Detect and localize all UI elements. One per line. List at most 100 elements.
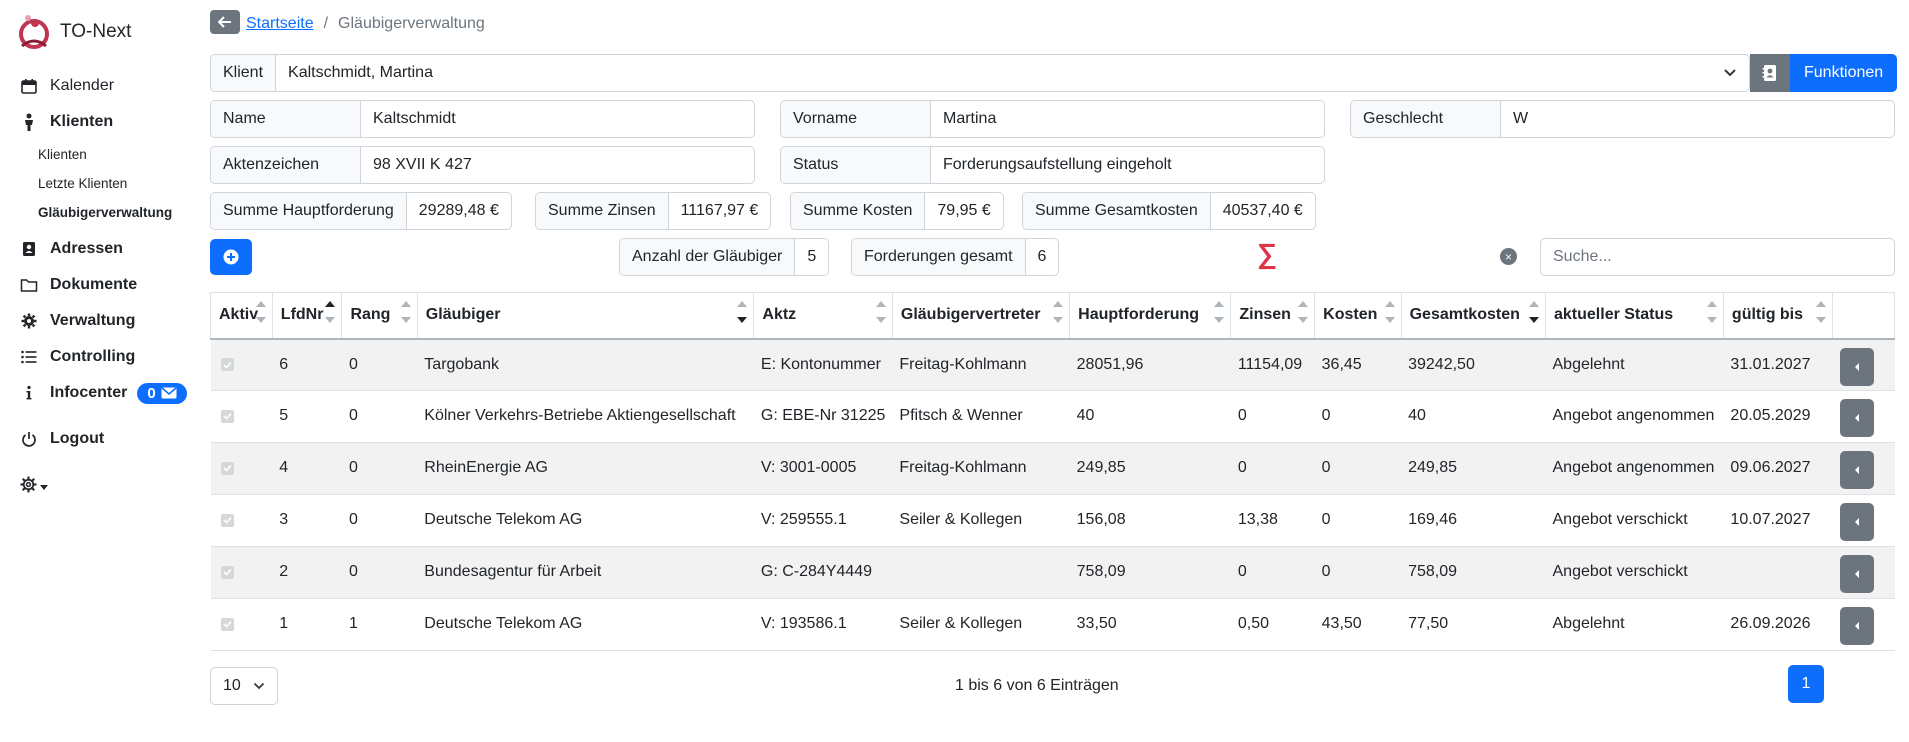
- status-field: Status Forderungsaufstellung eingeholt: [780, 146, 1325, 184]
- functions-button[interactable]: Funktionen: [1750, 54, 1898, 92]
- sidebar-subitem-letzte-klienten[interactable]: Letzte Klienten: [20, 169, 200, 198]
- table-row[interactable]: 3 0 Deutsche Telekom AG V: 259555.1 Seiler &…: [210, 494, 1895, 547]
- table-cell: 0: [341, 442, 418, 495]
- sidebar-item-klienten[interactable]: Klienten: [20, 104, 200, 140]
- address-book-icon: [1750, 54, 1790, 92]
- count-glaeubiger-label: Anzahl der Gläubiger: [620, 239, 796, 275]
- aktenzeichen-value: 98 XVII K 427: [373, 156, 472, 173]
- column-header[interactable]: aktueller Status: [1545, 292, 1724, 340]
- row-expand-button[interactable]: [1839, 607, 1874, 645]
- table-cell: 11154,09: [1230, 338, 1315, 391]
- column-header[interactable]: Gesamtkosten: [1401, 292, 1547, 340]
- table-body: 6 0 Targobank E: Kontonummer Freitag-Kohlman…: [210, 338, 1895, 651]
- table-row[interactable]: 5 0 Kölner Verkehrs-Betriebe Aktiengesells…: [210, 390, 1895, 443]
- table-cell: 249,85: [1401, 442, 1546, 495]
- add-creditor-button[interactable]: [210, 239, 252, 275]
- table-cell: 3: [272, 494, 342, 547]
- column-header[interactable]: Kosten: [1314, 292, 1402, 340]
- sidebar-item-logout[interactable]: Logout: [20, 421, 200, 457]
- row-expand-button[interactable]: [1839, 451, 1874, 489]
- column-header-label: aktueller Status: [1554, 306, 1674, 324]
- row-expand-button[interactable]: [1839, 399, 1874, 437]
- back-button[interactable]: [210, 10, 240, 34]
- column-header[interactable]: Rang: [341, 292, 418, 340]
- column-header[interactable]: LfdNr: [272, 292, 343, 340]
- info-icon: [20, 384, 38, 402]
- table-row[interactable]: 4 0 RheinEnergie AG V: 3001-0005 Freitag-Koh…: [210, 442, 1895, 495]
- page-1-button[interactable]: 1: [1788, 665, 1824, 703]
- sidebar: TO-Next Kalender Klienten Klienten Letzt…: [0, 0, 200, 742]
- app-name: TO-Next: [60, 21, 132, 42]
- table-row[interactable]: 2 0 Bundesagentur für Arbeit G: C-284Y4449 7…: [210, 546, 1895, 599]
- table-cell: V: 259555.1: [753, 494, 893, 547]
- column-header[interactable]: gültig bis: [1723, 292, 1834, 340]
- caret-left-icon: [1854, 362, 1859, 371]
- creditor-table: Aktiv LfdNr Rang Gläubiger Aktz Gläubigervert…: [210, 292, 1895, 651]
- sidebar-item-adressen[interactable]: Adressen: [20, 231, 200, 267]
- functions-label: Funktionen: [1790, 54, 1898, 92]
- table-cell: 0,50: [1230, 598, 1315, 651]
- table-row[interactable]: 1 1 Deutsche Telekom AG V: 193586.1 Seiler &…: [210, 598, 1895, 651]
- sidebar-item-dokumente[interactable]: Dokumente: [20, 267, 200, 303]
- table-cell: Targobank: [417, 338, 754, 391]
- aktiv-cell: [210, 338, 273, 391]
- sidebar-subitem-klienten[interactable]: Klienten: [20, 140, 200, 169]
- sidebar-item-kalender[interactable]: Kalender: [20, 68, 200, 104]
- count-glaeubiger-value: 5: [807, 248, 817, 265]
- column-header[interactable]: Zinsen: [1230, 292, 1316, 340]
- table-cell: 2: [272, 546, 342, 599]
- sort-icon: [875, 301, 886, 323]
- search-input[interactable]: [1540, 238, 1895, 276]
- sidebar-subitem-glaeubigerverwaltung[interactable]: Gläubigerverwaltung: [20, 198, 200, 227]
- checkbox-checked-icon: [220, 409, 234, 423]
- sort-icon: [255, 301, 266, 323]
- sum-zinsen-value: 11167,97 €: [680, 202, 759, 219]
- table-cell: 0: [1230, 442, 1315, 495]
- sum-kosten-label: Summe Kosten: [791, 193, 926, 229]
- row-expand-button[interactable]: [1839, 555, 1874, 593]
- table-cell: 77,50: [1401, 598, 1546, 651]
- table-cell: Deutsche Telekom AG: [417, 598, 754, 651]
- table-cell: Angebot angenommen: [1545, 390, 1724, 443]
- table-header-row: Aktiv LfdNr Rang Gläubiger Aktz Gläubigervert…: [210, 292, 1895, 340]
- breadcrumb-current: Gläubigerverwaltung: [338, 15, 485, 32]
- aktiv-cell: [210, 598, 273, 651]
- caret-left-icon: [1854, 414, 1859, 422]
- table-cell: 31.01.2027: [1723, 338, 1833, 391]
- sidebar-item-infocenter[interactable]: Infocenter 0: [20, 375, 200, 411]
- status-label: Status: [781, 147, 931, 183]
- row-action-cell: [1832, 494, 1895, 547]
- sigma-icon[interactable]: ∑: [1257, 238, 1277, 270]
- client-value[interactable]: Kaltschmidt, Martina: [276, 55, 1749, 91]
- caret-left-icon: [1854, 466, 1859, 474]
- aktiv-cell: [210, 390, 273, 443]
- column-header[interactable]: Aktiv: [210, 292, 273, 340]
- sidebar-item-label: Klienten: [50, 113, 114, 130]
- row-expand-button[interactable]: [1839, 347, 1874, 386]
- column-header[interactable]: Gläubiger: [417, 292, 755, 340]
- column-header-label: Hauptforderung: [1078, 306, 1200, 324]
- settings-dropdown[interactable]: [20, 469, 200, 505]
- table-row[interactable]: 6 0 Targobank E: Kontonummer Freitag-Kohlman…: [210, 338, 1895, 391]
- sidebar-item-verwaltung[interactable]: Verwaltung: [20, 303, 200, 339]
- column-header[interactable]: Gläubigervertreter: [892, 292, 1071, 340]
- column-header-label: Rang: [350, 306, 391, 324]
- sidebar-item-controlling[interactable]: Controlling: [20, 339, 200, 375]
- breadcrumb-home-link[interactable]: Startseite: [246, 15, 314, 33]
- sum-gesamtkosten-value: 40537,40 €: [1222, 202, 1303, 219]
- row-expand-button[interactable]: [1839, 503, 1874, 541]
- column-header[interactable]: Hauptforderung: [1069, 292, 1232, 340]
- column-header[interactable]: Aktz: [753, 292, 893, 340]
- table-cell: G: EBE-Nr 31225: [753, 390, 893, 443]
- geschlecht-value: W: [1513, 110, 1529, 127]
- chevron-down-icon: [1724, 69, 1736, 77]
- sidebar-nav: Kalender Klienten Klienten Letzte Klient…: [20, 68, 200, 505]
- pagination: 1: [1788, 665, 1824, 703]
- brand[interactable]: TO-Next: [14, 12, 131, 52]
- page-length-select[interactable]: 10: [210, 667, 278, 705]
- status-value: Forderungsaufstellung eingeholt: [943, 156, 1172, 173]
- client-select[interactable]: Klient Kaltschmidt, Martina: [210, 54, 1750, 92]
- table-cell: 40: [1069, 390, 1231, 443]
- name-label: Name: [211, 101, 361, 137]
- clear-search-icon[interactable]: ×: [1500, 248, 1517, 265]
